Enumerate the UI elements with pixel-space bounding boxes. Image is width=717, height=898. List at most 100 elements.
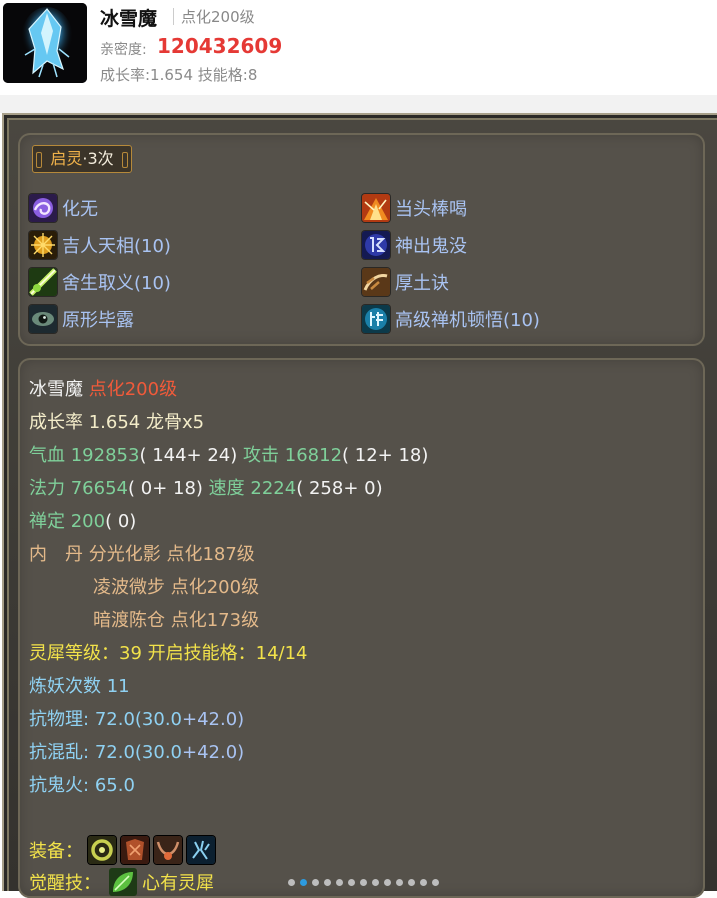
stats-pet-level: 点化200级 [88, 379, 178, 400]
resist-chaos-line: 抗混乱: 72.0(30.0+42.0) [29, 738, 244, 764]
lingxi-line: 灵犀等级：39 开启技能格：14/14 [29, 643, 308, 664]
mana-label: 法力 [29, 478, 65, 499]
section-divider [0, 95, 717, 113]
hp-label: 气血 [29, 445, 65, 466]
pager-dot[interactable] [312, 879, 319, 886]
resist-chaos-label: 抗混乱: [29, 742, 90, 763]
awakened-skill-row: 觉醒技： 心有灵犀 [29, 868, 214, 896]
flame-burst-icon [362, 194, 390, 222]
pager-dot[interactable] [432, 879, 439, 886]
speed-extra: ( 258+ 0) [296, 478, 383, 499]
speed-value: 2224 [250, 478, 297, 499]
hp-extra: ( 144+ 24) [139, 445, 238, 466]
equip-armor-icon[interactable] [121, 836, 149, 864]
hp-attack-line: 气血 192853( 144+ 24) 攻击 16812( 12+ 18) [29, 441, 428, 467]
stats-growth-line: 成长率 1.654 龙骨x5 [29, 412, 205, 433]
skill-item[interactable]: 舍生取义(10) [29, 268, 171, 296]
resist-ghostfire-label: 抗鬼火: [29, 775, 90, 796]
mana-value: 76654 [70, 478, 128, 499]
mana-extra: ( 0+ 18) [128, 478, 203, 499]
neidan-line: 内 丹 分光化影 点化187级 [29, 544, 255, 565]
skill-name: 吉人天相(10) [62, 236, 171, 257]
zen-value: 200 [70, 511, 106, 532]
hp-value: 192853 [70, 445, 140, 466]
skill-name: 舍生取义(10) [62, 273, 171, 294]
zen-line: 禅定 200( 0) [29, 507, 136, 533]
pager-dot[interactable] [396, 879, 403, 886]
name-divider [173, 8, 174, 25]
resist-ghostfire-line: 抗鬼火: 65.0 [29, 771, 135, 797]
carousel-pager[interactable] [288, 879, 444, 886]
awaken-count: ·3次 [82, 149, 114, 168]
skill-name: 化无 [62, 199, 98, 220]
green-beam-icon [29, 268, 57, 296]
pet-name: 冰雪魔 [100, 8, 158, 30]
zen-rune-icon [362, 305, 390, 333]
hidden-rune-icon [362, 231, 390, 259]
skill-item[interactable]: 神出鬼没 [362, 231, 467, 259]
equip-necklace-icon[interactable] [154, 836, 182, 864]
awakened-skill-name: 心有灵犀 [142, 873, 214, 894]
awaken-badge: 启灵·3次 [32, 145, 132, 173]
resist-physical-bonus: +42.0) [182, 709, 245, 730]
skill-item[interactable]: 吉人天相(10) [29, 231, 171, 259]
skill-name: 当头棒喝 [395, 199, 467, 220]
skill-item[interactable]: 厚土诀 [362, 268, 449, 296]
pager-dot[interactable] [408, 879, 415, 886]
pager-dot[interactable] [420, 879, 427, 886]
intimacy-value: 120432609 [157, 34, 283, 58]
pager-dot[interactable] [300, 879, 307, 886]
neidan-line: 暗渡陈仓 点化173级 [93, 610, 260, 631]
awakened-skill-label: 觉醒技： [29, 873, 101, 894]
pager-dot[interactable] [384, 879, 391, 886]
pager-dot[interactable] [372, 879, 379, 886]
equipment-label: 装备： [29, 841, 83, 862]
neidan-line: 凌波微步 点化200级 [93, 577, 260, 598]
pager-dot[interactable] [324, 879, 331, 886]
intimacy-label: 亲密度: [100, 42, 147, 58]
attack-value: 16812 [284, 445, 343, 466]
growth-skillslot-line: 成长率:1.654 技能格:8 [100, 66, 258, 84]
equip-ring-icon[interactable] [88, 836, 116, 864]
badge-ornament-left [36, 152, 42, 168]
attack-label: 攻击 [243, 445, 280, 466]
lianyao-line: 炼妖次数 11 [29, 676, 130, 697]
resist-chaos-value: 72.0(30.0 [94, 742, 182, 763]
zen-label: 禅定 [29, 511, 65, 532]
equipment-row: 装备： [29, 836, 215, 864]
skill-name: 高级禅机顿悟(10) [395, 310, 540, 331]
eye-icon [29, 305, 57, 333]
pet-header: 冰雪魔 点化200级 亲密度: 120432609 成长率:1.654 技能格:… [0, 0, 717, 95]
swirl-icon [29, 194, 57, 222]
badge-ornament-right [122, 152, 128, 168]
attack-extra: ( 12+ 18) [342, 445, 429, 466]
pager-dot[interactable] [360, 879, 367, 886]
zen-extra: ( 0) [105, 511, 137, 532]
skill-item[interactable]: 原形毕露 [29, 305, 134, 333]
mana-speed-line: 法力 76654( 0+ 18) 速度 2224( 258+ 0) [29, 474, 383, 500]
skill-item[interactable]: 高级禅机顿悟(10) [362, 305, 540, 333]
golden-aura-icon [29, 231, 57, 259]
speed-label: 速度 [208, 478, 245, 499]
pager-dot[interactable] [348, 879, 355, 886]
skill-name: 原形毕露 [62, 310, 134, 331]
pager-dot[interactable] [288, 879, 295, 886]
pet-avatar[interactable] [3, 3, 87, 83]
resist-chaos-bonus: +42.0) [182, 742, 245, 763]
leaf-icon[interactable] [109, 868, 137, 896]
skill-item[interactable]: 化无 [29, 194, 98, 222]
resist-physical-line: 抗物理: 72.0(30.0+42.0) [29, 705, 244, 731]
earth-claw-icon [362, 268, 390, 296]
resist-physical-value: 72.0(30.0 [94, 709, 182, 730]
awaken-label: 启灵 [50, 149, 83, 168]
skill-name: 厚土诀 [395, 273, 449, 294]
stats-title-line: 冰雪魔 点化200级 [29, 375, 177, 401]
skill-item[interactable]: 当头棒喝 [362, 194, 467, 222]
pet-level: 点化200级 [181, 8, 255, 26]
equip-gem-icon[interactable] [187, 836, 215, 864]
stats-pet-name: 冰雪魔 [29, 379, 83, 400]
ice-crystal-icon [3, 3, 87, 83]
skill-name: 神出鬼没 [395, 236, 467, 257]
resist-ghostfire-value: 65.0 [94, 775, 135, 796]
pager-dot[interactable] [336, 879, 343, 886]
